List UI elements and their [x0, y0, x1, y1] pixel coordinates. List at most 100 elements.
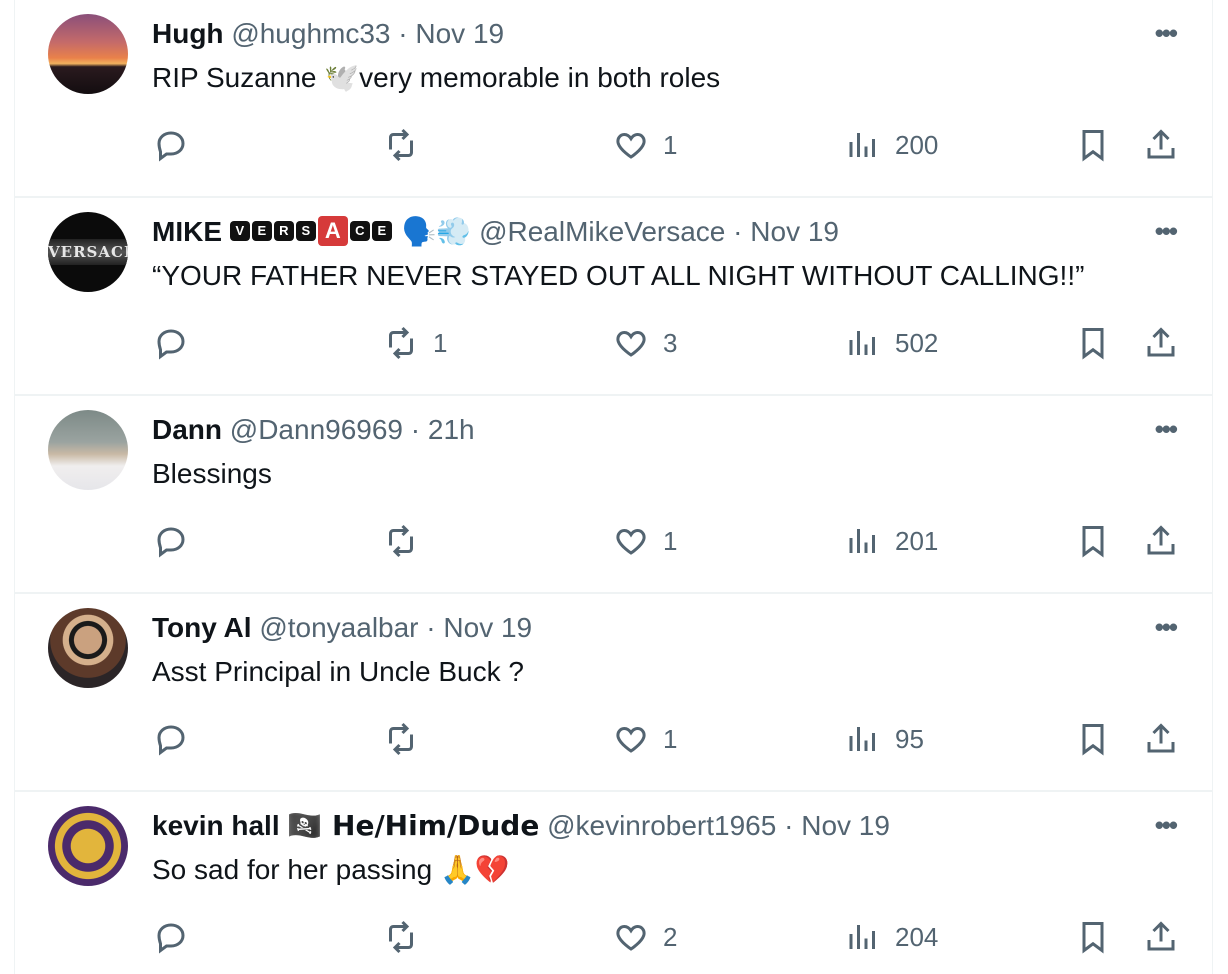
- share-button[interactable]: [1143, 318, 1179, 368]
- name-emoji: 🗣️💨: [401, 215, 472, 248]
- reply-feed: Hugh @hughmc33 · Nov 19 ••• RIP Suzanne …: [14, 0, 1213, 974]
- share-icon: [1147, 723, 1175, 753]
- display-name[interactable]: kevin hall: [152, 810, 280, 841]
- tweet-item[interactable]: Dann @Dann96969 · 21h ••• Blessings 1 20…: [15, 396, 1212, 594]
- timestamp[interactable]: Nov 19: [415, 18, 504, 49]
- reply-button[interactable]: [153, 516, 203, 566]
- tweet-text: So sad for her passing 🙏💔: [152, 854, 510, 885]
- like-button[interactable]: 2: [613, 912, 677, 962]
- share-icon: [1147, 525, 1175, 555]
- tweet-item[interactable]: Tony Al @tonyaalbar · Nov 19 ••• Asst Pr…: [15, 594, 1212, 792]
- tweet-item[interactable]: VERSACE MIKE VERSACE 🗣️💨 @RealMikeVersac…: [15, 198, 1212, 396]
- views-button[interactable]: 502: [845, 318, 938, 368]
- timestamp[interactable]: Nov 19: [801, 810, 890, 841]
- bookmark-button[interactable]: [1075, 912, 1111, 962]
- letter-badge: R: [273, 220, 294, 241]
- reply-icon: [157, 329, 185, 360]
- avatar[interactable]: [48, 806, 128, 886]
- bookmark-button[interactable]: [1075, 516, 1111, 566]
- avatar[interactable]: [48, 14, 128, 94]
- letter-badge: E: [251, 220, 272, 241]
- tweet-item[interactable]: Hugh @hughmc33 · Nov 19 ••• RIP Suzanne …: [15, 0, 1212, 198]
- avatar[interactable]: VERSACE: [48, 212, 128, 292]
- letter-badge: A: [317, 215, 348, 246]
- action-bar: 1 201: [15, 516, 1212, 566]
- user-handle[interactable]: @tonyaalbar: [259, 612, 418, 643]
- display-name[interactable]: Dann: [152, 414, 222, 445]
- more-options-icon[interactable]: •••: [1155, 18, 1178, 49]
- views-count: 502: [895, 327, 939, 358]
- tweet-header: Hugh @hughmc33 · Nov 19: [152, 14, 504, 54]
- views-button[interactable]: 204: [845, 912, 938, 962]
- repost-button[interactable]: [383, 120, 433, 170]
- views-button[interactable]: 201: [845, 516, 938, 566]
- views-icon: [849, 925, 875, 949]
- timestamp[interactable]: Nov 19: [443, 612, 532, 643]
- separator: ·: [426, 612, 436, 643]
- action-bar: 1 200: [15, 120, 1212, 170]
- avatar[interactable]: [48, 608, 128, 688]
- repost-button[interactable]: [383, 714, 433, 764]
- bookmark-button[interactable]: [1075, 120, 1111, 170]
- reply-icon: [157, 527, 185, 558]
- views-icon: [849, 331, 875, 355]
- reply-button[interactable]: [153, 912, 203, 962]
- more-options-icon[interactable]: •••: [1155, 414, 1178, 445]
- reply-button[interactable]: [153, 714, 203, 764]
- tweet-header: Dann @Dann96969 · 21h: [152, 410, 475, 450]
- tweet-text: Blessings: [152, 458, 272, 489]
- more-options-icon[interactable]: •••: [1155, 216, 1178, 247]
- repost-icon: [389, 326, 413, 360]
- views-count: 201: [895, 525, 939, 556]
- user-handle[interactable]: @Dann96969: [230, 414, 403, 445]
- repost-button[interactable]: [383, 516, 433, 566]
- user-handle[interactable]: @hughmc33: [231, 18, 390, 49]
- views-count: 95: [895, 723, 924, 754]
- share-button[interactable]: [1143, 714, 1179, 764]
- letter-badge: E: [371, 220, 392, 241]
- more-options-icon[interactable]: •••: [1155, 612, 1178, 643]
- views-count: 204: [895, 921, 939, 952]
- name-badges: VERSACE: [229, 215, 402, 247]
- repost-icon: [389, 128, 413, 162]
- timestamp[interactable]: 21h: [428, 414, 475, 445]
- like-button[interactable]: 1: [613, 120, 677, 170]
- display-name[interactable]: MIKE: [152, 216, 222, 247]
- repost-count: 1: [433, 327, 448, 358]
- name-extra: 🏴‍☠️ He/Him/Dude: [287, 809, 540, 842]
- repost-button[interactable]: [383, 912, 433, 962]
- like-button[interactable]: 1: [613, 516, 677, 566]
- more-options-icon[interactable]: •••: [1155, 810, 1178, 841]
- repost-icon: [389, 920, 413, 954]
- separator: ·: [398, 18, 408, 49]
- share-icon: [1147, 129, 1175, 159]
- bookmark-button[interactable]: [1075, 714, 1111, 764]
- display-name[interactable]: Hugh: [152, 18, 224, 49]
- letter-badge: S: [295, 220, 316, 241]
- reply-icon: [157, 131, 185, 162]
- display-name[interactable]: Tony Al: [152, 612, 252, 643]
- tweet-header: kevin hall 🏴‍☠️ He/Him/Dude @kevinrobert…: [152, 806, 890, 846]
- repost-button[interactable]: 1: [383, 318, 447, 368]
- like-button[interactable]: 1: [613, 714, 677, 764]
- tweet-item[interactable]: kevin hall 🏴‍☠️ He/Him/Dude @kevinrobert…: [15, 792, 1212, 974]
- tweet-text: RIP Suzanne 🕊️very memorable in both rol…: [152, 62, 721, 93]
- views-button[interactable]: 95: [845, 714, 924, 764]
- timestamp[interactable]: Nov 19: [750, 216, 839, 247]
- heart-icon: [616, 924, 646, 951]
- avatar[interactable]: [48, 410, 128, 490]
- views-icon: [849, 133, 875, 157]
- user-handle[interactable]: @kevinrobert1965: [547, 810, 776, 841]
- user-handle[interactable]: @RealMikeVersace: [479, 216, 725, 247]
- views-button[interactable]: 200: [845, 120, 938, 170]
- share-button[interactable]: [1143, 120, 1179, 170]
- bookmark-button[interactable]: [1075, 318, 1111, 368]
- share-button[interactable]: [1143, 516, 1179, 566]
- like-count: 1: [663, 129, 678, 160]
- share-button[interactable]: [1143, 912, 1179, 962]
- reply-button[interactable]: [153, 120, 203, 170]
- reply-button[interactable]: [153, 318, 203, 368]
- like-button[interactable]: 3: [613, 318, 677, 368]
- views-icon: [849, 727, 875, 751]
- tweet-header: MIKE VERSACE 🗣️💨 @RealMikeVersace · Nov …: [152, 212, 839, 252]
